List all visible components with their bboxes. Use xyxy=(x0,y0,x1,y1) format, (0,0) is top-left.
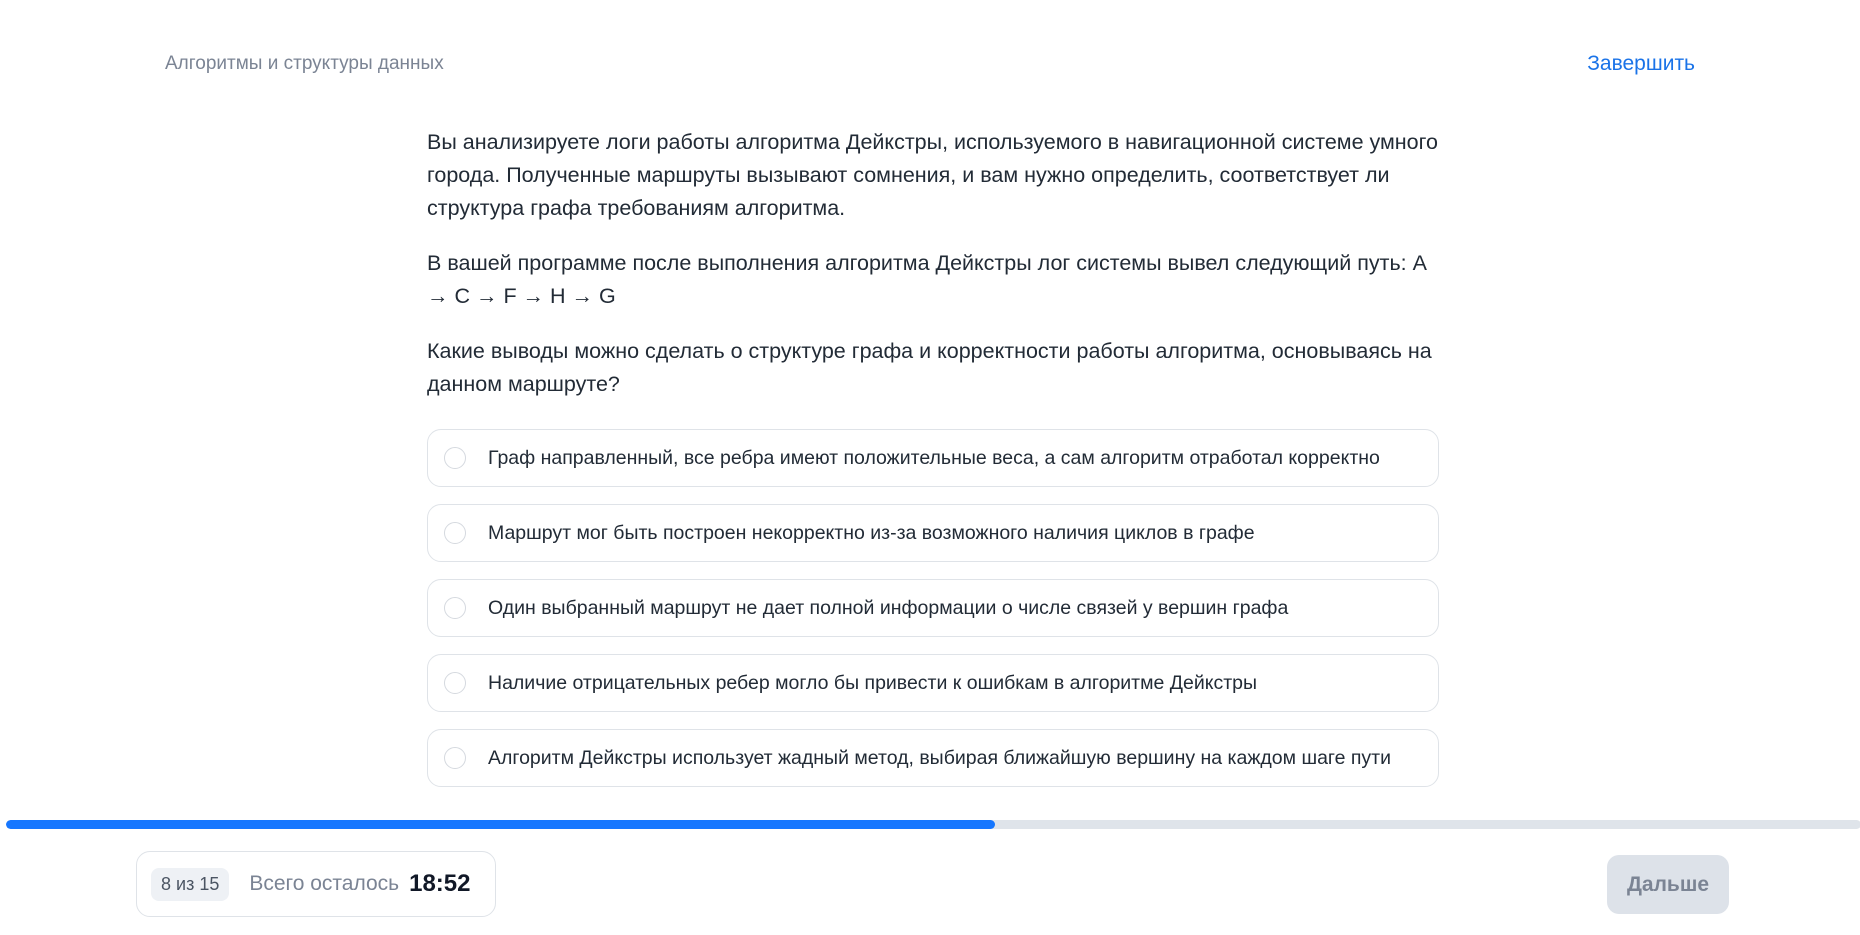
finish-button[interactable]: Завершить xyxy=(1587,52,1695,76)
answer-options: Граф направленный, все ребра имеют полож… xyxy=(427,429,1439,787)
radio-button[interactable] xyxy=(444,672,466,694)
answer-option-label: Алгоритм Дейкстры использует жадный мето… xyxy=(488,746,1392,769)
answer-option-label: Маршрут мог быть построен некорректно из… xyxy=(488,521,1255,544)
next-button[interactable]: Дальше xyxy=(1607,855,1729,914)
answer-option[interactable]: Наличие отрицательных ребер могло бы при… xyxy=(427,654,1439,712)
countdown-timer: 18:52 xyxy=(409,870,471,897)
question-paragraph: В вашей программе после выполнения алгор… xyxy=(427,251,1426,308)
answer-option-label: Граф направленный, все ребра имеют полож… xyxy=(488,446,1380,469)
time-remaining-label: Всего осталось xyxy=(249,872,400,895)
header: Алгоритмы и структуры данных Завершить xyxy=(165,48,1695,80)
quiz-page: Алгоритмы и структуры данных Завершить В… xyxy=(0,0,1860,935)
answer-option-label: Наличие отрицательных ребер могло бы при… xyxy=(488,671,1258,694)
answer-option-label: Один выбранный маршрут не дает полной ин… xyxy=(488,596,1289,619)
question-counter-badge: 8 из 15 xyxy=(151,867,230,901)
radio-button[interactable] xyxy=(444,597,466,619)
answer-option[interactable]: Граф направленный, все ребра имеют полож… xyxy=(427,429,1439,487)
progress-bar xyxy=(6,820,1860,829)
question-text: Вы анализируете логи работы алгоритма Де… xyxy=(427,126,1439,401)
radio-button[interactable] xyxy=(444,447,466,469)
radio-button[interactable] xyxy=(444,747,466,769)
question-paragraph: Какие выводы можно сделать о структуре г… xyxy=(427,339,1432,396)
answer-option[interactable]: Один выбранный маршрут не дает полной ин… xyxy=(427,579,1439,637)
course-title: Алгоритмы и структуры данных xyxy=(165,53,444,74)
question-paragraph: Вы анализируете логи работы алгоритма Де… xyxy=(427,130,1438,220)
question-area: Вы анализируете логи работы алгоритма Де… xyxy=(427,126,1439,804)
answer-option[interactable]: Маршрут мог быть построен некорректно из… xyxy=(427,504,1439,562)
radio-button[interactable] xyxy=(444,522,466,544)
answer-option[interactable]: Алгоритм Дейкстры использует жадный мето… xyxy=(427,729,1439,787)
progress-bar-fill xyxy=(6,820,995,829)
quiz-status: 8 из 15 Всего осталось 18:52 xyxy=(136,851,496,917)
